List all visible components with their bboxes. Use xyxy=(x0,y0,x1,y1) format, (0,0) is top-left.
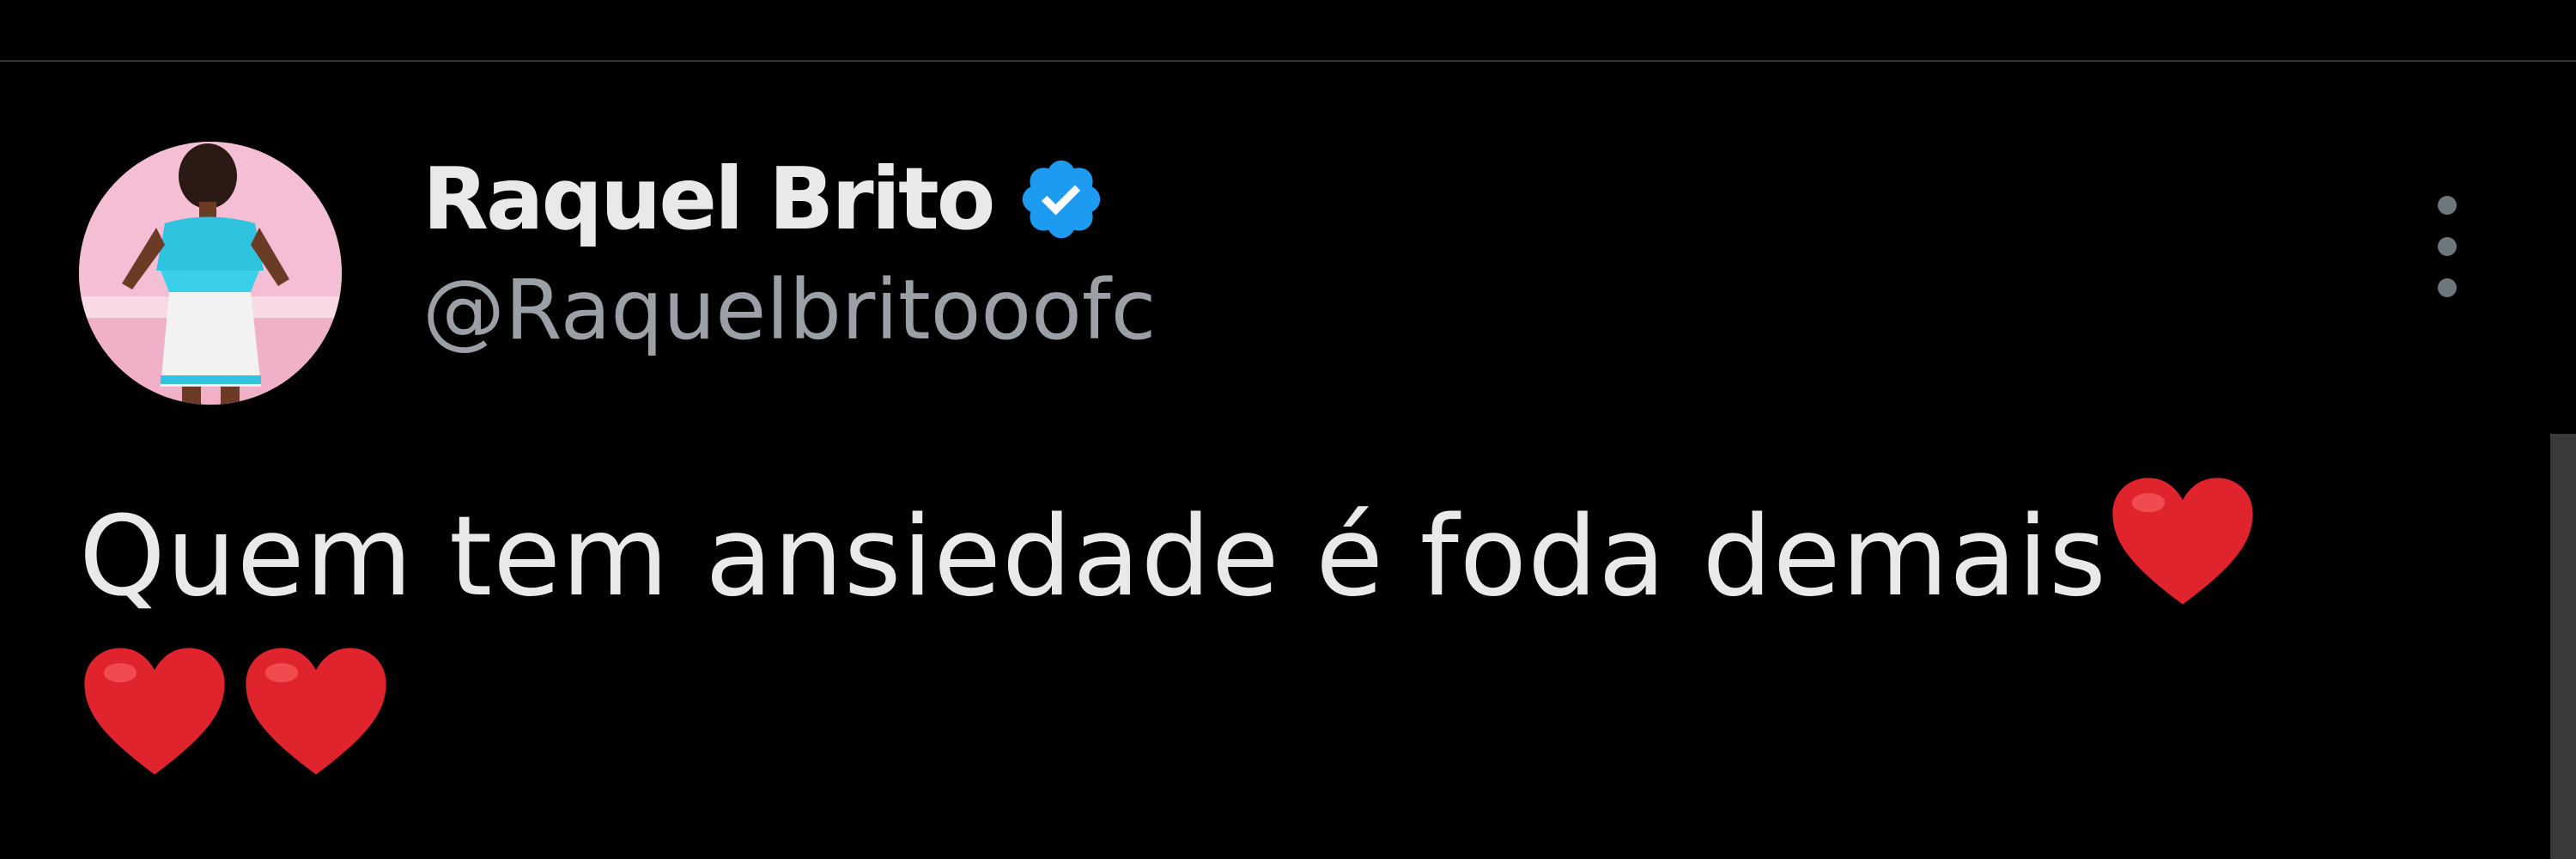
heart-emoji-icon xyxy=(240,643,392,780)
more-dot xyxy=(2438,196,2457,215)
tweet-body: Quem tem ansiedade é foda demais xyxy=(79,472,2397,809)
more-dot xyxy=(2438,237,2457,256)
verified-badge-icon xyxy=(1016,154,1107,245)
author-display-name[interactable]: Raquel Brito xyxy=(422,148,995,251)
scrollbar[interactable] xyxy=(2550,434,2576,859)
author-name-row: Raquel Brito xyxy=(422,148,1156,251)
hearts-line xyxy=(79,643,2397,809)
author-block[interactable]: Raquel Brito @Raquelbritooofc xyxy=(422,148,1156,357)
more-options-icon[interactable] xyxy=(2421,196,2473,297)
heart-emoji-icon xyxy=(79,643,230,780)
tweet-text: Quem tem ansiedade é foda demais xyxy=(79,493,2107,621)
more-dot xyxy=(2438,278,2457,297)
top-divider xyxy=(0,60,2576,62)
author-avatar[interactable] xyxy=(79,142,342,405)
avatar-photo xyxy=(79,142,342,405)
author-handle[interactable]: @Raquelbritooofc xyxy=(422,263,1156,357)
heart-emoji-icon xyxy=(2107,472,2258,610)
